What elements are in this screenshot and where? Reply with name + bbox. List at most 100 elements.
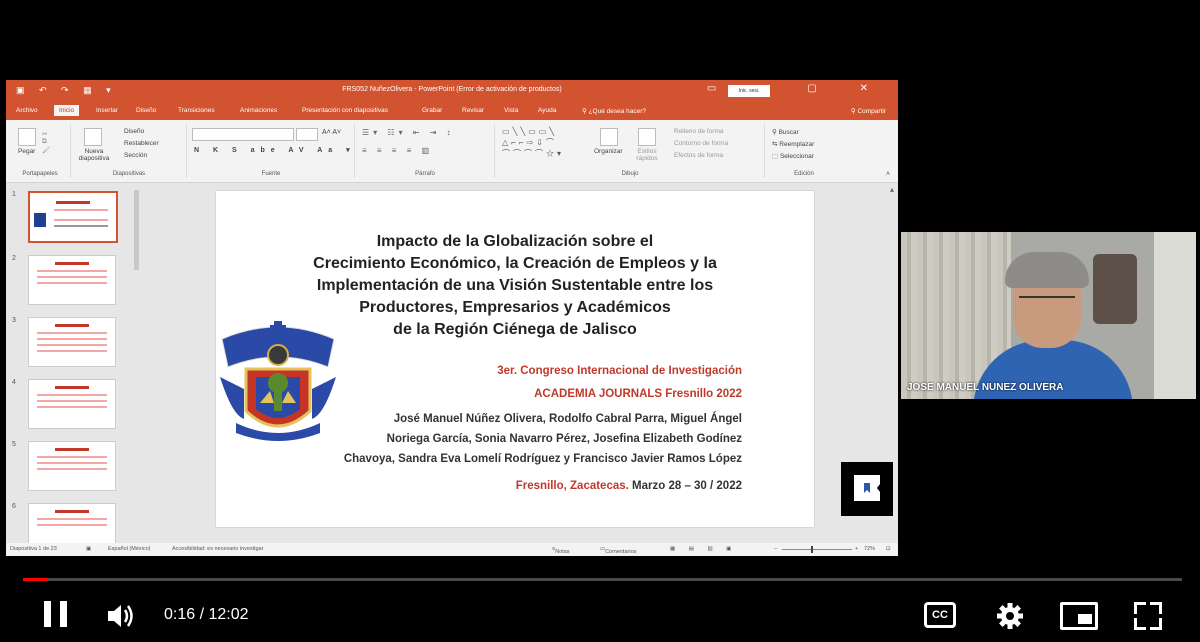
tab-ayuda[interactable]: Ayuda <box>538 107 556 114</box>
current-time: 0:16 <box>164 606 196 623</box>
thumb-line <box>37 456 107 458</box>
tab-presentacion[interactable]: Presentación con diapositivas <box>302 107 388 114</box>
new-slide-icon[interactable] <box>84 128 102 146</box>
thumb-title-bar <box>55 386 89 389</box>
comments-button[interactable]: ▭ Comentarios <box>600 546 636 555</box>
slide-title: Impacto de la Globalización sobre el Cre… <box>286 231 744 341</box>
group-editing: ⚲ Buscar ⇆ Reemplazar ⬚ Seleccionar Edic… <box>766 124 842 178</box>
find-button[interactable]: ⚲ Buscar <box>772 128 799 136</box>
fullscreen-button[interactable] <box>1134 602 1162 630</box>
settings-gear-icon[interactable] <box>996 602 1024 630</box>
video-progress-played <box>23 578 49 581</box>
current-slide[interactable]: Impacto de la Globalización sobre el Cre… <box>216 191 814 527</box>
group-clipboard: Pegar ✂ ⧉ 🖌 Portapapeles <box>10 124 71 178</box>
zoom-slider[interactable] <box>782 549 852 550</box>
window-controls[interactable]: ▭ – ▢ ✕ <box>707 83 888 94</box>
zoom-slider-thumb[interactable] <box>811 546 813 553</box>
authors-line: Noriega García, Sonia Navarro Pérez, Jos… <box>386 433 742 445</box>
scroll-up-icon[interactable]: ▴ <box>890 185 894 194</box>
window-background <box>1154 232 1196 399</box>
thumb-number: 2 <box>12 255 16 262</box>
collapse-ribbon-icon[interactable]: ˄ <box>886 171 890 178</box>
accessibility-status[interactable]: Accesibilidad: es necesario investigar <box>172 546 263 552</box>
slide-thumbnail-4[interactable] <box>28 379 116 429</box>
shape-effects-button[interactable]: Efectos de forma <box>674 152 723 159</box>
ppt-titlebar: ▣ ↶ ↷ ▦ ▾ FRS052 NuñezOlivera - PowerPoi… <box>6 80 898 102</box>
thumb-line <box>37 524 107 526</box>
thumbnail-scrollbar[interactable] <box>134 190 139 270</box>
tab-diseno[interactable]: Diseño <box>136 107 156 114</box>
slide-thumbnail-2[interactable] <box>28 255 116 305</box>
select-button[interactable]: ⬚ Seleccionar <box>772 152 814 160</box>
slide-editing-area: Impacto de la Globalización sobre el Cre… <box>140 183 898 543</box>
cut-copy-icons[interactable]: ✂ ⧉ 🖌 <box>42 130 50 154</box>
tab-transiciones[interactable]: Transiciones <box>178 107 215 114</box>
authors-line: Chavoya, Sandra Eva Lomelí Rodríguez y F… <box>343 453 742 465</box>
reset-button[interactable]: Restablecer <box>124 140 159 147</box>
status-bar: Diapositiva 1 de 23 ▣ Español (México) A… <box>6 543 898 556</box>
thumb-line <box>37 400 107 402</box>
alignment-buttons[interactable]: ≡ ≡ ≡ ≡ ▥ <box>362 146 433 155</box>
slide-thumbnail-1[interactable] <box>28 191 118 243</box>
participant-name: JOSE MANUEL NUNEZ OLIVERA <box>907 382 1064 393</box>
captions-button[interactable]: CC <box>924 602 956 628</box>
font-style-buttons[interactable]: N K S abe AV Aa ▾ <box>194 146 356 154</box>
thumb-number: 6 <box>12 503 16 510</box>
slide-thumbnail-3[interactable] <box>28 317 116 367</box>
new-slide-label[interactable]: Nueva diapositiva <box>76 148 112 162</box>
zoom-out-icon[interactable]: – <box>774 546 777 552</box>
grow-shrink-font[interactable]: A˄ A˅ <box>322 129 341 136</box>
slide-title-line: Impacto de la Globalización sobre el <box>376 233 654 250</box>
pause-button[interactable] <box>44 596 70 632</box>
quick-styles-icon[interactable] <box>638 128 656 146</box>
notes-button[interactable]: ≡ Notas <box>552 546 570 555</box>
side-panel-button[interactable] <box>841 462 893 516</box>
slide-thumbnail-5[interactable] <box>28 441 116 491</box>
thumb-line <box>37 406 107 408</box>
tab-inicio[interactable]: Inicio <box>54 105 80 116</box>
font-size-field[interactable] <box>296 128 318 141</box>
font-family-field[interactable] <box>192 128 294 141</box>
volume-icon[interactable] <box>106 602 136 630</box>
view-buttons[interactable]: ▦ ▤ ▥ ▣ <box>670 546 737 552</box>
pause-icon <box>60 601 67 627</box>
spellcheck-icon[interactable]: ▣ <box>86 546 91 552</box>
tab-insertar[interactable]: Insertar <box>96 107 118 114</box>
replace-label: Reemplazar <box>779 141 815 148</box>
miniplayer-button[interactable] <box>1060 602 1098 630</box>
slides-group-label: Diapositivas <box>112 171 146 177</box>
tab-archivo[interactable]: Archivo <box>16 107 38 114</box>
fit-slide-icon[interactable]: ⊡ <box>886 546 891 552</box>
thumb-line <box>54 219 108 221</box>
zoom-in-icon[interactable]: + <box>855 546 858 552</box>
quick-styles-label[interactable]: Estilos rápidos <box>632 148 662 162</box>
tab-vista[interactable]: Vista <box>504 107 518 114</box>
paste-icon[interactable] <box>18 128 36 146</box>
arrange-icon[interactable] <box>600 128 618 146</box>
share-button[interactable]: ⚲ Compartir <box>851 107 886 115</box>
thumb-number: 4 <box>12 379 16 386</box>
journal-name: ACADEMIA JOURNALS Fresnillo 2022 <box>534 388 742 400</box>
shape-outline-button[interactable]: Contorno de forma <box>674 140 728 147</box>
group-paragraph: ☰▾ ☷▾ ⇤ ⇥ ↕ ≡ ≡ ≡ ≡ ▥ Párrafo <box>356 124 495 178</box>
zoom-level[interactable]: 72% <box>864 546 875 552</box>
event-dates: Marzo 28 – 30 / 2022 <box>628 480 742 492</box>
tab-grabar[interactable]: Grabar <box>422 107 442 114</box>
layout-button[interactable]: Diseño <box>124 128 144 135</box>
thumb-line <box>37 462 107 464</box>
tell-me-search[interactable]: ⚲ ¿Qué desea hacer? <box>582 107 646 115</box>
tab-revisar[interactable]: Revisar <box>462 107 484 114</box>
section-button[interactable]: Sección <box>124 152 147 159</box>
thumb-title-bar <box>55 262 89 265</box>
language-status[interactable]: Español (México) <box>108 546 151 552</box>
tab-animaciones[interactable]: Animaciones <box>240 107 277 114</box>
thumb-line <box>37 468 107 470</box>
video-progress-bar[interactable] <box>23 578 1182 581</box>
list-buttons[interactable]: ☰▾ ☷▾ ⇤ ⇥ ↕ <box>362 128 455 137</box>
arrange-label[interactable]: Organizar <box>594 148 623 155</box>
paragraph-group-label: Párrafo <box>415 171 435 177</box>
group-font: A˄ A˅ N K S abe AV Aa ▾ Fuente <box>188 124 355 178</box>
shape-fill-button[interactable]: Relleno de forma <box>674 128 724 135</box>
slide-authors: José Manuel Núñez Olivera, Rodolfo Cabra… <box>322 409 742 469</box>
replace-button[interactable]: ⇆ Reemplazar <box>772 140 814 148</box>
